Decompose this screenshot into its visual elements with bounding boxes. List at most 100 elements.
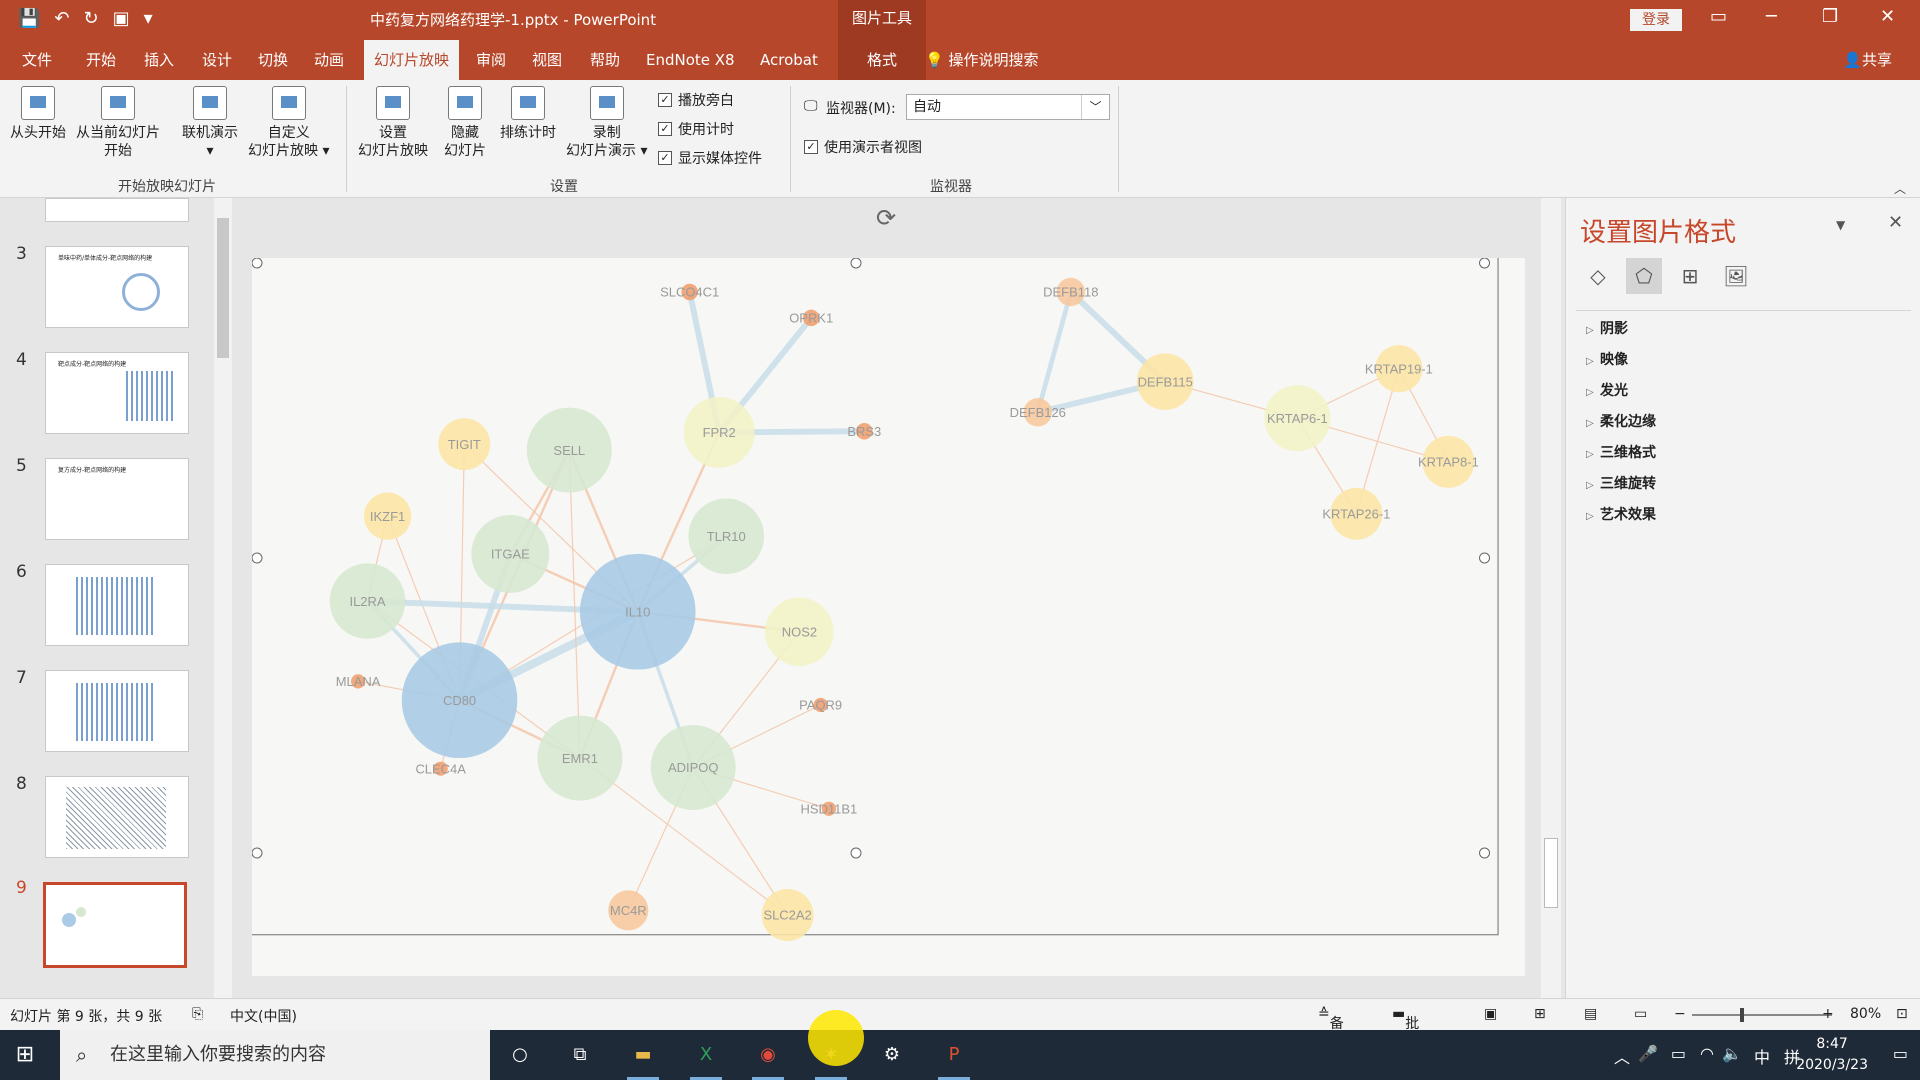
zoom-level[interactable]: 80% [1850, 1006, 1881, 1022]
taskbar-search-input[interactable]: ⌕ 在这里输入你要搜索的内容 [60, 1030, 490, 1080]
save-icon[interactable]: 💾 [18, 8, 40, 29]
pane-options-icon[interactable]: ▼ [1836, 218, 1845, 232]
slide-thumbnail-9[interactable] [43, 882, 187, 968]
cortana-icon[interactable]: ○ [500, 1038, 540, 1072]
close-icon[interactable]: ✕ [1888, 212, 1903, 233]
pane-item-3d-rotation[interactable]: ▷ 三维旋转 [1586, 473, 1656, 493]
vertical-scrollbar[interactable] [1541, 198, 1561, 998]
pane-item-artistic-effects[interactable]: ▷ 艺术效果 [1586, 504, 1656, 524]
taskbar-clock[interactable]: 8:47 2020/3/23 [1796, 1034, 1868, 1076]
pane-item-soft-edges[interactable]: ▷ 柔化边缘 [1586, 411, 1656, 431]
tab-home[interactable]: 开始 [76, 40, 126, 80]
pane-item-glow[interactable]: ▷ 发光 [1586, 380, 1628, 400]
ime-indicator[interactable]: 中 [1754, 1044, 1770, 1068]
lightbulb-icon: 💡 [925, 51, 944, 69]
tab-insert[interactable]: 插入 [134, 40, 184, 80]
slide-thumbnail-7[interactable] [45, 670, 189, 752]
tell-me-search[interactable]: 💡 操作说明搜索 [925, 40, 1038, 80]
tab-view[interactable]: 视图 [522, 40, 572, 80]
ribbon-display-icon[interactable]: ▭ [1710, 6, 1727, 27]
record-slideshow-button[interactable]: 录制 幻灯片演示 ▾ [566, 86, 647, 160]
microphone-icon[interactable]: 🎤 [1638, 1044, 1658, 1063]
slide-thumbnail-6[interactable] [45, 564, 189, 646]
chrome-icon[interactable]: ◉ [748, 1038, 788, 1080]
network-icon[interactable]: ◠ [1700, 1044, 1714, 1063]
tab-file[interactable]: 文件 [12, 40, 62, 80]
reading-view-icon[interactable]: ▤ [1584, 1006, 1597, 1022]
customize-qat-icon[interactable]: ▾ [144, 8, 153, 29]
scrollbar-thumb[interactable] [217, 218, 229, 358]
comments-button[interactable]: ▬ 批注 [1392, 1006, 1419, 1052]
effects-icon[interactable]: ⬠ [1626, 258, 1662, 294]
notes-button[interactable]: ≙ 备注 [1318, 1006, 1344, 1052]
hide-slide-button[interactable]: 隐藏 幻灯片 [444, 86, 486, 160]
excel-icon[interactable]: X [686, 1038, 726, 1080]
zoom-in-icon[interactable]: + [1822, 1006, 1834, 1022]
fill-line-icon[interactable]: ◇ [1580, 258, 1616, 294]
zoom-out-icon[interactable]: − [1674, 1006, 1686, 1022]
spellcheck-icon[interactable]: ⎘ [192, 1006, 203, 1022]
slide-thumbnail-partial[interactable] [45, 198, 189, 222]
presenter-view-checkbox[interactable]: ✓ 使用演示者视图 [804, 137, 922, 157]
slide-thumbnail-3[interactable]: 单味中药/单体成分-靶点网络的构建 [45, 246, 189, 328]
chevron-up-icon[interactable]: ︿ [1614, 1044, 1630, 1068]
task-view-icon[interactable]: ⧉ [560, 1038, 600, 1072]
play-narrations-checkbox[interactable]: ✓ 播放旁白 [658, 90, 734, 110]
tab-endnote[interactable]: EndNote X8 [636, 40, 745, 80]
login-button[interactable]: 登录 [1630, 9, 1682, 31]
thumbnail-scrollbar[interactable] [214, 198, 232, 998]
network-picture[interactable]: SLCO4C1 OPRK1 BRS3 FPR2 TIGIT SELL IKZF1 ITGAE T… [252, 258, 1505, 978]
picture-icon[interactable]: 🖼 [1718, 258, 1754, 294]
slideshow-icon[interactable]: ▣ [113, 8, 130, 29]
share-button[interactable]: 👤共享 [1843, 40, 1892, 80]
tab-animations[interactable]: 动画 [304, 40, 354, 80]
settings-gear-icon[interactable]: ⚙ [872, 1038, 912, 1072]
redo-icon[interactable]: ↻ [84, 8, 99, 29]
powerpoint-icon[interactable]: P [934, 1038, 974, 1080]
normal-view-icon[interactable]: ▣ [1484, 1006, 1497, 1022]
windows-start-icon[interactable]: ⊞ [10, 1040, 40, 1070]
show-media-controls-checkbox[interactable]: ✓ 显示媒体控件 [658, 148, 762, 168]
battery-icon[interactable]: ▭ [1671, 1044, 1686, 1063]
undo-icon[interactable]: ↶ [54, 8, 69, 29]
pane-title: 设置图片格式 [1580, 218, 1737, 248]
chevron-down-icon[interactable]: ﹀ [1081, 95, 1109, 119]
use-timings-checkbox[interactable]: ✓ 使用计时 [658, 119, 734, 139]
minimize-button[interactable]: ─ [1766, 6, 1777, 27]
slide-thumbnail-8[interactable] [45, 776, 189, 858]
file-explorer-icon[interactable]: ▬ [623, 1038, 663, 1080]
zoom-slider-thumb[interactable] [1740, 1008, 1744, 1022]
slide-thumbnail-4[interactable]: 靶点成分-靶点网络的构建 [45, 352, 189, 434]
from-current-button[interactable]: 从当前幻灯片 开始 [76, 86, 160, 160]
tab-review[interactable]: 审阅 [466, 40, 516, 80]
tab-acrobat[interactable]: Acrobat [750, 40, 828, 80]
tab-slideshow[interactable]: 幻灯片放映 [364, 40, 460, 80]
tab-design[interactable]: 设计 [192, 40, 242, 80]
tab-transitions[interactable]: 切换 [248, 40, 298, 80]
scrollbar-thumb[interactable] [1544, 838, 1558, 908]
restore-button[interactable]: ❐ [1822, 6, 1838, 27]
rotate-handle-icon[interactable]: ⟳ [876, 204, 896, 232]
zoom-slider[interactable] [1692, 1014, 1832, 1016]
rehearse-timings-button[interactable]: 排练计时 [500, 86, 556, 142]
fit-to-window-icon[interactable]: ⊡ [1896, 1006, 1908, 1022]
from-beginning-button[interactable]: 从头开始 [10, 86, 66, 142]
collapse-ribbon-icon[interactable]: ︿ [1894, 180, 1906, 197]
notification-icon[interactable]: ▭ [1893, 1044, 1908, 1063]
tab-format[interactable]: 格式 [838, 40, 926, 80]
pane-item-3d-format[interactable]: ▷ 三维格式 [1586, 442, 1656, 462]
setup-slideshow-button[interactable]: 设置 幻灯片放映 [358, 86, 428, 160]
pane-item-reflection[interactable]: ▷ 映像 [1586, 349, 1628, 369]
slide-thumbnail-5[interactable]: 复方成分-靶点网络的构建 [45, 458, 189, 540]
slide-sorter-icon[interactable]: ⊞ [1534, 1006, 1546, 1022]
size-properties-icon[interactable]: ⊞ [1672, 258, 1708, 294]
custom-slideshow-button[interactable]: 自定义 幻灯片放映 ▾ [248, 86, 329, 160]
monitor-select[interactable]: 自动 ﹀ [906, 94, 1110, 120]
pane-item-shadow[interactable]: ▷ 阴影 [1586, 318, 1628, 338]
slideshow-view-icon[interactable]: ▭ [1634, 1006, 1647, 1022]
language-indicator[interactable]: 中文(中国) [230, 1006, 297, 1026]
volume-icon[interactable]: 🔈 [1722, 1044, 1742, 1063]
online-present-button[interactable]: 联机演示 ▾ [182, 86, 238, 160]
close-button[interactable]: ✕ [1880, 6, 1895, 27]
tab-help[interactable]: 帮助 [580, 40, 630, 80]
